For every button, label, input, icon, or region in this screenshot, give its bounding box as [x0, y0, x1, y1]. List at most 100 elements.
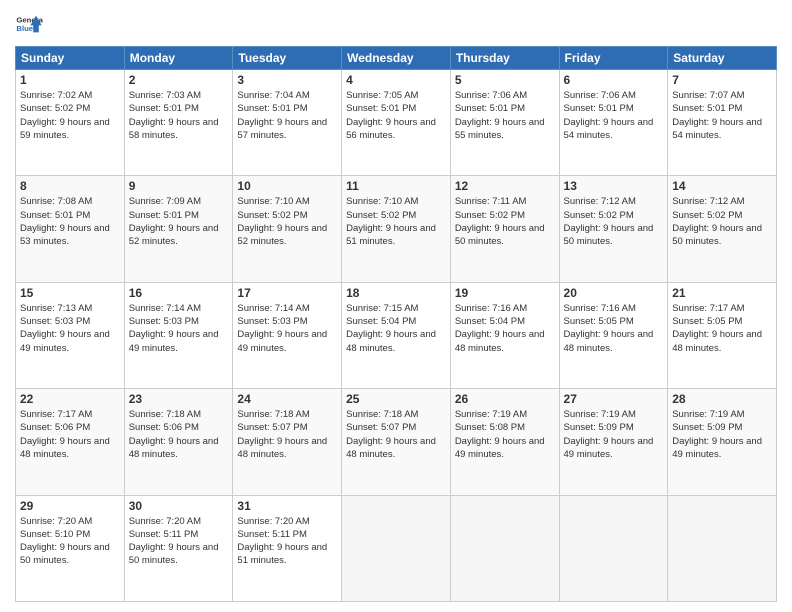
- daylight-label: Daylight: 9 hours and 58 minutes.: [129, 117, 219, 141]
- day-number: 24: [237, 392, 337, 406]
- cell-content: Sunrise: 7:14 AM Sunset: 5:03 PM Dayligh…: [129, 302, 229, 355]
- day-number: 1: [20, 73, 120, 87]
- daylight-label: Daylight: 9 hours and 55 minutes.: [455, 117, 545, 141]
- sunrise-label: Sunrise: 7:02 AM: [20, 90, 92, 101]
- sunset-label: Sunset: 5:11 PM: [237, 529, 307, 540]
- cell-content: Sunrise: 7:18 AM Sunset: 5:07 PM Dayligh…: [237, 408, 337, 461]
- sunrise-label: Sunrise: 7:18 AM: [346, 409, 418, 420]
- day-number: 31: [237, 499, 337, 513]
- sunset-label: Sunset: 5:01 PM: [672, 103, 742, 114]
- calendar-week-1: 1 Sunrise: 7:02 AM Sunset: 5:02 PM Dayli…: [16, 70, 777, 176]
- cell-content: Sunrise: 7:20 AM Sunset: 5:11 PM Dayligh…: [237, 515, 337, 568]
- day-number: 14: [672, 179, 772, 193]
- sunrise-label: Sunrise: 7:03 AM: [129, 90, 201, 101]
- sunrise-label: Sunrise: 7:14 AM: [237, 303, 309, 314]
- daylight-label: Daylight: 9 hours and 48 minutes.: [129, 436, 219, 460]
- cell-content: Sunrise: 7:10 AM Sunset: 5:02 PM Dayligh…: [346, 195, 446, 248]
- calendar-cell: [668, 495, 777, 601]
- sunset-label: Sunset: 5:01 PM: [237, 103, 307, 114]
- calendar-cell: 18 Sunrise: 7:15 AM Sunset: 5:04 PM Dayl…: [342, 282, 451, 388]
- daylight-label: Daylight: 9 hours and 49 minutes.: [672, 436, 762, 460]
- sunrise-label: Sunrise: 7:14 AM: [129, 303, 201, 314]
- day-number: 3: [237, 73, 337, 87]
- calendar-cell: 26 Sunrise: 7:19 AM Sunset: 5:08 PM Dayl…: [450, 389, 559, 495]
- weekday-header-monday: Monday: [124, 47, 233, 70]
- cell-content: Sunrise: 7:11 AM Sunset: 5:02 PM Dayligh…: [455, 195, 555, 248]
- sunrise-label: Sunrise: 7:19 AM: [672, 409, 744, 420]
- day-number: 16: [129, 286, 229, 300]
- cell-content: Sunrise: 7:09 AM Sunset: 5:01 PM Dayligh…: [129, 195, 229, 248]
- weekday-header-sunday: Sunday: [16, 47, 125, 70]
- cell-content: Sunrise: 7:02 AM Sunset: 5:02 PM Dayligh…: [20, 89, 120, 142]
- sunrise-label: Sunrise: 7:11 AM: [455, 196, 527, 207]
- weekday-header-tuesday: Tuesday: [233, 47, 342, 70]
- sunrise-label: Sunrise: 7:13 AM: [20, 303, 92, 314]
- day-number: 27: [564, 392, 664, 406]
- sunrise-label: Sunrise: 7:05 AM: [346, 90, 418, 101]
- calendar-cell: 3 Sunrise: 7:04 AM Sunset: 5:01 PM Dayli…: [233, 70, 342, 176]
- day-number: 2: [129, 73, 229, 87]
- calendar-cell: 24 Sunrise: 7:18 AM Sunset: 5:07 PM Dayl…: [233, 389, 342, 495]
- sunrise-label: Sunrise: 7:10 AM: [346, 196, 418, 207]
- calendar-cell: 27 Sunrise: 7:19 AM Sunset: 5:09 PM Dayl…: [559, 389, 668, 495]
- sunset-label: Sunset: 5:03 PM: [20, 316, 90, 327]
- calendar-cell: 20 Sunrise: 7:16 AM Sunset: 5:05 PM Dayl…: [559, 282, 668, 388]
- sunrise-label: Sunrise: 7:10 AM: [237, 196, 309, 207]
- calendar-cell: 9 Sunrise: 7:09 AM Sunset: 5:01 PM Dayli…: [124, 176, 233, 282]
- calendar-cell: 16 Sunrise: 7:14 AM Sunset: 5:03 PM Dayl…: [124, 282, 233, 388]
- sunset-label: Sunset: 5:09 PM: [672, 422, 742, 433]
- weekday-header-friday: Friday: [559, 47, 668, 70]
- daylight-label: Daylight: 9 hours and 53 minutes.: [20, 223, 110, 247]
- cell-content: Sunrise: 7:18 AM Sunset: 5:07 PM Dayligh…: [346, 408, 446, 461]
- calendar-cell: 14 Sunrise: 7:12 AM Sunset: 5:02 PM Dayl…: [668, 176, 777, 282]
- sunset-label: Sunset: 5:02 PM: [564, 210, 634, 221]
- sunset-label: Sunset: 5:02 PM: [237, 210, 307, 221]
- calendar-cell: 23 Sunrise: 7:18 AM Sunset: 5:06 PM Dayl…: [124, 389, 233, 495]
- sunrise-label: Sunrise: 7:06 AM: [455, 90, 527, 101]
- weekday-header-thursday: Thursday: [450, 47, 559, 70]
- cell-content: Sunrise: 7:04 AM Sunset: 5:01 PM Dayligh…: [237, 89, 337, 142]
- calendar-cell: 15 Sunrise: 7:13 AM Sunset: 5:03 PM Dayl…: [16, 282, 125, 388]
- calendar-cell: 1 Sunrise: 7:02 AM Sunset: 5:02 PM Dayli…: [16, 70, 125, 176]
- calendar-cell: 7 Sunrise: 7:07 AM Sunset: 5:01 PM Dayli…: [668, 70, 777, 176]
- daylight-label: Daylight: 9 hours and 51 minutes.: [346, 223, 436, 247]
- day-number: 4: [346, 73, 446, 87]
- sunset-label: Sunset: 5:07 PM: [237, 422, 307, 433]
- calendar-cell: 8 Sunrise: 7:08 AM Sunset: 5:01 PM Dayli…: [16, 176, 125, 282]
- daylight-label: Daylight: 9 hours and 49 minutes.: [237, 329, 327, 353]
- day-number: 8: [20, 179, 120, 193]
- sunrise-label: Sunrise: 7:18 AM: [129, 409, 201, 420]
- sunset-label: Sunset: 5:01 PM: [20, 210, 90, 221]
- sunset-label: Sunset: 5:01 PM: [129, 103, 199, 114]
- calendar-cell: 10 Sunrise: 7:10 AM Sunset: 5:02 PM Dayl…: [233, 176, 342, 282]
- cell-content: Sunrise: 7:19 AM Sunset: 5:08 PM Dayligh…: [455, 408, 555, 461]
- sunset-label: Sunset: 5:03 PM: [129, 316, 199, 327]
- day-number: 12: [455, 179, 555, 193]
- calendar-cell: 12 Sunrise: 7:11 AM Sunset: 5:02 PM Dayl…: [450, 176, 559, 282]
- cell-content: Sunrise: 7:19 AM Sunset: 5:09 PM Dayligh…: [672, 408, 772, 461]
- weekday-header-saturday: Saturday: [668, 47, 777, 70]
- calendar-week-3: 15 Sunrise: 7:13 AM Sunset: 5:03 PM Dayl…: [16, 282, 777, 388]
- daylight-label: Daylight: 9 hours and 50 minutes.: [672, 223, 762, 247]
- calendar-week-2: 8 Sunrise: 7:08 AM Sunset: 5:01 PM Dayli…: [16, 176, 777, 282]
- sunset-label: Sunset: 5:09 PM: [564, 422, 634, 433]
- day-number: 19: [455, 286, 555, 300]
- daylight-label: Daylight: 9 hours and 50 minutes.: [455, 223, 545, 247]
- daylight-label: Daylight: 9 hours and 48 minutes.: [237, 436, 327, 460]
- calendar-cell: [450, 495, 559, 601]
- day-number: 5: [455, 73, 555, 87]
- cell-content: Sunrise: 7:16 AM Sunset: 5:04 PM Dayligh…: [455, 302, 555, 355]
- daylight-label: Daylight: 9 hours and 50 minutes.: [20, 542, 110, 566]
- daylight-label: Daylight: 9 hours and 51 minutes.: [237, 542, 327, 566]
- day-number: 7: [672, 73, 772, 87]
- cell-content: Sunrise: 7:20 AM Sunset: 5:11 PM Dayligh…: [129, 515, 229, 568]
- day-number: 26: [455, 392, 555, 406]
- calendar-cell: 11 Sunrise: 7:10 AM Sunset: 5:02 PM Dayl…: [342, 176, 451, 282]
- day-number: 21: [672, 286, 772, 300]
- cell-content: Sunrise: 7:12 AM Sunset: 5:02 PM Dayligh…: [564, 195, 664, 248]
- cell-content: Sunrise: 7:06 AM Sunset: 5:01 PM Dayligh…: [455, 89, 555, 142]
- page-container: General Blue SundayMondayTuesdayWednesda…: [0, 0, 792, 612]
- calendar-table: SundayMondayTuesdayWednesdayThursdayFrid…: [15, 46, 777, 602]
- calendar-cell: 13 Sunrise: 7:12 AM Sunset: 5:02 PM Dayl…: [559, 176, 668, 282]
- daylight-label: Daylight: 9 hours and 52 minutes.: [129, 223, 219, 247]
